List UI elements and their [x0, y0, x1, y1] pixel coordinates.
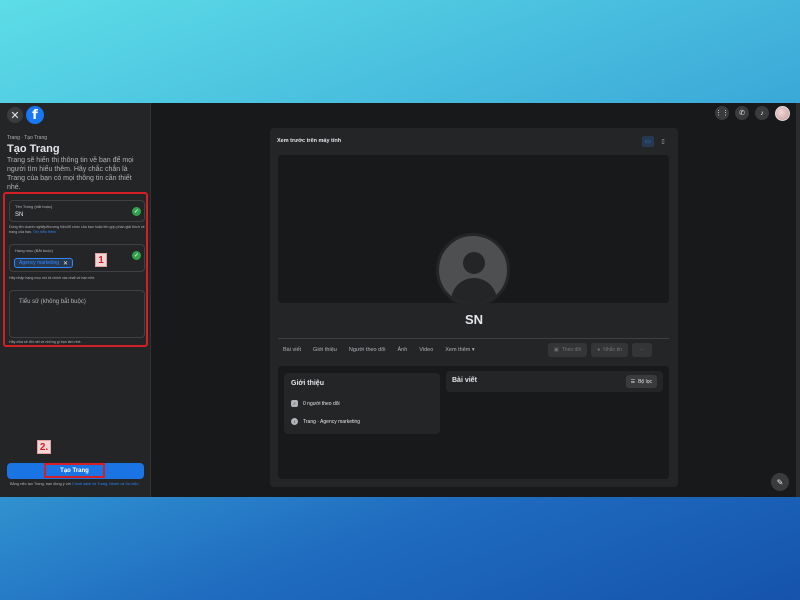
- category-row: i Trang · Agency marketing: [291, 418, 360, 425]
- category-chip[interactable]: Agency marketing ✕: [14, 258, 74, 268]
- grid-menu-icon[interactable]: ⋮⋮: [715, 106, 729, 120]
- tab-followers[interactable]: Người theo dõi: [349, 347, 386, 353]
- profile-silhouette-head: [463, 252, 485, 274]
- page-name-field[interactable]: Tên Trang (bắt buộc) SN ✓: [9, 200, 145, 222]
- highlighted-form-box: Tên Trang (bắt buộc) SN ✓ Dùng tên doanh…: [3, 192, 148, 347]
- learn-more-link[interactable]: Tìm hiểu thêm: [33, 230, 56, 234]
- close-icon[interactable]: ✕: [7, 107, 23, 123]
- category-text: Trang · Agency marketing: [303, 418, 361, 425]
- step-2-marker: 2.: [37, 440, 51, 454]
- top-bar-icons: ⋮⋮ ✆ ♪: [715, 106, 790, 121]
- create-page-button[interactable]: Tạo Trang: [7, 463, 144, 479]
- page-title: Tạo Trang: [7, 143, 60, 155]
- followers-text: 0 người theo dõi: [303, 400, 340, 407]
- category-label: Hạng mục (Bắt buộc): [15, 248, 53, 253]
- remove-chip-icon[interactable]: ✕: [63, 260, 68, 267]
- terms-text: Bằng việc tạo Trang, bạn đồng ý với Chín…: [10, 482, 145, 487]
- page-name-help-text: Dùng tên doanh nghiệp/thương hiệu/tổ chứ…: [9, 225, 145, 234]
- step-1-marker: 1: [95, 253, 107, 267]
- preview-page-name: SN: [464, 312, 484, 327]
- message-button[interactable]: ● Nhắn tin: [591, 343, 628, 357]
- follow-label: Theo dõi: [561, 347, 582, 353]
- facebook-logo[interactable]: f: [26, 106, 44, 124]
- facebook-window: ✕ f Trang · Tạo Trang Tạo Trang Trang sẽ…: [0, 103, 800, 497]
- messenger-icon[interactable]: ✆: [735, 106, 749, 120]
- divider: [278, 338, 669, 339]
- followers-row: ✓ 0 người theo dõi: [291, 400, 340, 407]
- posts-title: Bài viết: [452, 377, 477, 384]
- posts-card: Bài viết ☰ Bộ lọc: [446, 371, 663, 392]
- page-tabs: Bài viết Giới thiệu Người theo dõi Ảnh V…: [283, 347, 475, 353]
- category-help: Hãy nhập hạng mục mô tả chính xác nhất v…: [9, 276, 96, 280]
- page-content: Giới thiệu ✓ 0 người theo dõi i Trang · …: [278, 366, 669, 479]
- follow-icon: ▣: [554, 347, 559, 353]
- page-actions: ▣ Theo dõi ● Nhắn tin ···: [548, 343, 652, 357]
- tab-videos[interactable]: Video: [419, 347, 433, 353]
- messenger-icon: ●: [597, 347, 601, 353]
- tab-posts[interactable]: Bài viết: [283, 347, 301, 353]
- page-name-help: Dùng tên doanh nghiệp/thương hiệu/tổ chứ…: [9, 225, 145, 235]
- terms-prefix: Bằng việc tạo Trang, bạn đồng ý với: [10, 482, 71, 486]
- create-page-sidebar: ✕ f Trang · Tạo Trang Tạo Trang Trang sẽ…: [0, 103, 151, 497]
- scrollbar[interactable]: [796, 103, 800, 497]
- category-chip-label: Agency marketing: [19, 260, 60, 266]
- followers-icon: ✓: [291, 400, 298, 407]
- filter-icon: ☰: [630, 378, 636, 385]
- bell-icon[interactable]: ♪: [755, 106, 769, 120]
- tab-about[interactable]: Giới thiệu: [313, 347, 337, 353]
- filter-button[interactable]: ☰ Bộ lọc: [625, 375, 657, 388]
- page-name-value[interactable]: SN: [15, 212, 23, 218]
- check-icon: ✓: [132, 251, 141, 260]
- preview-area: ⋮⋮ ✆ ♪ Xem trước trên máy tính ▭ ▯ SN Bà…: [151, 103, 800, 497]
- mobile-icon[interactable]: ▯: [658, 136, 668, 147]
- follow-button[interactable]: ▣ Theo dõi: [548, 343, 588, 357]
- preview-title: Xem trước trên máy tính: [277, 138, 342, 144]
- bio-placeholder: Tiểu sử (không bắt buộc): [19, 299, 86, 305]
- profile-silhouette-body: [451, 278, 497, 304]
- page-name-label: Tên Trang (bắt buộc): [15, 204, 53, 209]
- breadcrumb: Trang · Tạo Trang: [7, 135, 48, 141]
- tab-photos[interactable]: Ảnh: [398, 347, 408, 353]
- profile-picture: [436, 233, 510, 307]
- intro-title: Giới thiệu: [291, 380, 324, 387]
- filter-label: Bộ lọc: [638, 378, 652, 385]
- desktop-icon[interactable]: ▭: [642, 136, 654, 147]
- desktop-preview-card: Xem trước trên máy tính ▭ ▯ SN Bài viết …: [270, 128, 678, 487]
- avatar[interactable]: [775, 106, 790, 121]
- category-field[interactable]: Hạng mục (Bắt buộc) Agency marketing ✕ ✓: [9, 244, 145, 272]
- check-icon: ✓: [132, 207, 141, 216]
- more-options-button[interactable]: ···: [631, 343, 652, 357]
- bio-help: Hãy chia sẻ đôi nét về những gì bạn làm …: [9, 340, 82, 344]
- tab-more[interactable]: Xem thêm ▾: [445, 347, 474, 353]
- intro-card: Giới thiệu ✓ 0 người theo dõi i Trang · …: [284, 373, 440, 434]
- create-page-button-label[interactable]: Tạo Trang: [44, 463, 105, 478]
- page-description: Trang sẽ hiển thị thông tin về bạn để mọ…: [7, 157, 134, 191]
- bio-field[interactable]: Tiểu sử (không bắt buộc): [9, 290, 145, 338]
- message-label: Nhắn tin: [603, 347, 622, 353]
- terms-link[interactable]: Chính sách về Trang, Nhóm và Sự kiện: [72, 482, 139, 486]
- edit-icon[interactable]: ✎: [771, 473, 789, 491]
- info-icon: i: [291, 418, 298, 425]
